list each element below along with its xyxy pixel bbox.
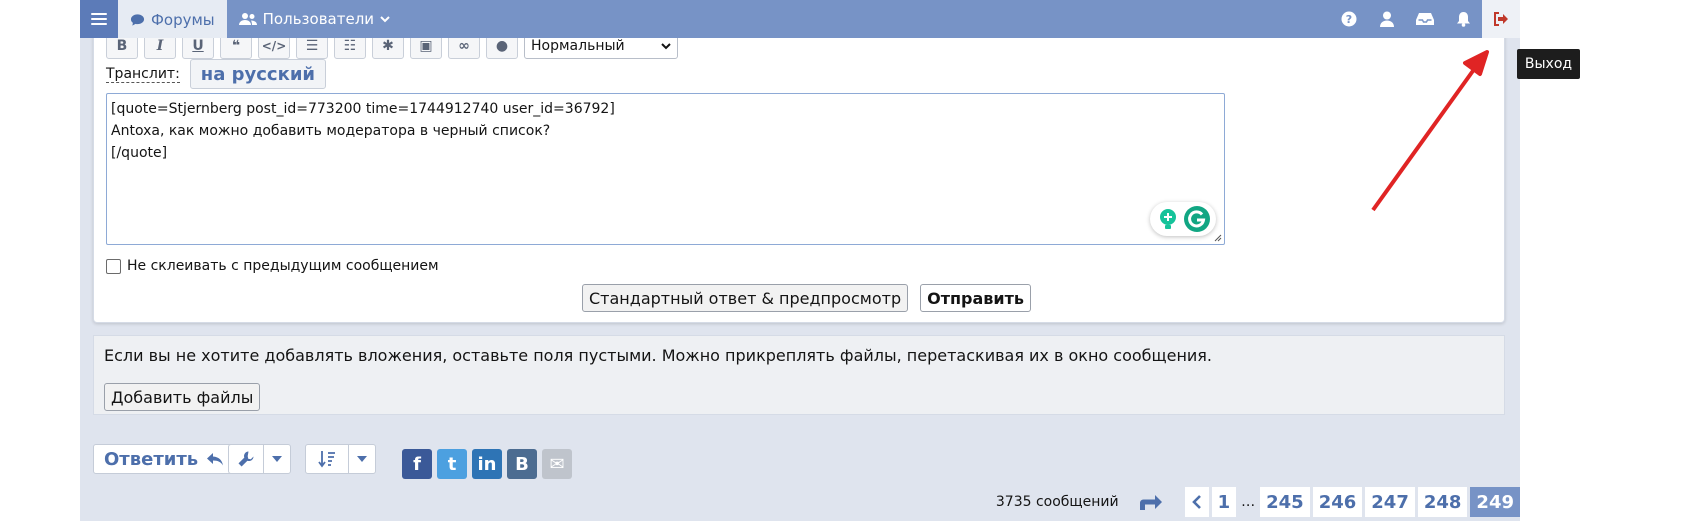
nav-right-icons: ? <box>1330 0 1520 38</box>
attachments-hint: Если вы не хотите добавлять вложения, ос… <box>104 346 1213 365</box>
translit-row: Транслит: на русский <box>106 59 327 89</box>
help-button[interactable]: ? <box>1330 0 1368 38</box>
resize-grip-icon[interactable] <box>1214 234 1222 242</box>
logout-button[interactable] <box>1482 0 1520 38</box>
reply-arrow-icon <box>207 453 224 466</box>
page-link[interactable]: 1 <box>1211 487 1237 517</box>
textarea-line: Antoxa, как можно добавить модератора в … <box>111 123 551 139</box>
linkedin-icon[interactable]: in <box>472 449 502 479</box>
message-textarea[interactable]: [quote=Stjernberg post_id=773200 time=17… <box>106 93 1225 245</box>
translit-label: Транслит: <box>106 65 180 83</box>
textarea-line: [quote=Stjernberg post_id=773200 time=17… <box>111 101 615 117</box>
chevron-down-icon <box>380 16 390 23</box>
italic-icon: I <box>156 38 164 54</box>
profile-button[interactable] <box>1368 0 1406 38</box>
sort-toggle[interactable] <box>348 445 375 473</box>
list-icon: ☰ <box>305 38 319 54</box>
inbox-icon <box>1416 13 1434 25</box>
svg-text:?: ? <box>1346 13 1352 26</box>
asterisk-icon: ✱ <box>382 38 394 54</box>
logout-tooltip: Выход <box>1517 49 1580 79</box>
page-link[interactable]: 246 <box>1312 487 1363 517</box>
grammarly-icon <box>1183 206 1210 232</box>
share-buttons: f t in B ✉ <box>402 449 572 479</box>
code-icon: </> <box>261 39 287 53</box>
reply-button-label: Ответить <box>104 448 199 470</box>
hamburger-icon <box>91 13 107 25</box>
ordered-list-icon: ☷ <box>343 38 357 54</box>
email-icon[interactable]: ✉ <box>542 449 572 479</box>
underline-icon: U <box>192 38 204 54</box>
lightbulb-icon <box>1159 209 1176 229</box>
topic-tools-dropdown[interactable] <box>228 444 291 474</box>
nav-tab-forums-label: Форумы <box>151 11 215 29</box>
jump-to-page-icon[interactable] <box>1138 492 1164 512</box>
add-files-button[interactable]: Добавить файлы <box>104 383 261 411</box>
no-merge-option[interactable]: Не склеивать с предыдущим сообщением <box>106 258 439 274</box>
page-link[interactable]: 247 <box>1365 487 1415 517</box>
wrench-icon <box>238 451 254 467</box>
submit-button[interactable]: Отправить <box>920 284 1031 312</box>
grammarly-widget[interactable] <box>1150 202 1216 236</box>
post-editor-card: B I U ❝ </> ☰ ☷ ✱ ▣ ∞ ● Нормальный Транс… <box>93 20 1505 323</box>
page-ellipsis: … <box>1241 494 1256 510</box>
facebook-icon[interactable]: f <box>402 449 432 479</box>
bell-icon <box>1456 12 1470 27</box>
translit-button[interactable]: на русский <box>189 59 327 89</box>
reply-button[interactable]: Ответить <box>93 444 236 474</box>
topic-tools-toggle[interactable] <box>263 445 290 473</box>
editor-actions: Стандартный ответ & предпросмотр Отправи… <box>582 284 1031 312</box>
preview-button[interactable]: Стандартный ответ & предпросмотр <box>582 284 909 312</box>
inbox-button[interactable] <box>1406 0 1444 38</box>
bold-icon: B <box>116 38 128 54</box>
twitter-icon[interactable]: t <box>437 449 467 479</box>
main-menu-button[interactable] <box>80 0 118 38</box>
caret-down-icon <box>272 456 282 462</box>
image-icon: ▣ <box>419 38 433 54</box>
caret-down-icon <box>357 456 367 462</box>
page-link[interactable]: 248 <box>1417 487 1468 517</box>
message-count: 3735 сообщений <box>995 494 1119 510</box>
textarea-line: [/quote] <box>111 145 168 161</box>
top-navbar: Форумы Пользователи ? <box>80 0 1520 38</box>
circle-icon: ● <box>495 38 509 54</box>
sort-button[interactable] <box>306 445 348 473</box>
sign-out-icon <box>1494 12 1508 26</box>
speech-bubble-icon <box>130 14 145 26</box>
nav-tab-users[interactable]: Пользователи <box>227 0 402 38</box>
sort-dropdown[interactable] <box>305 444 376 474</box>
topic-tools-button[interactable] <box>229 445 263 473</box>
format-select-value: Нормальный <box>531 38 625 54</box>
chevron-down-icon <box>661 43 671 50</box>
link-icon: ∞ <box>458 38 470 54</box>
users-icon <box>238 13 257 25</box>
no-merge-label: Не склеивать с предыдущим сообщением <box>127 258 439 274</box>
no-merge-checkbox[interactable] <box>106 258 121 274</box>
pagination: 3735 сообщений 1 … 245 246 247 248 249 <box>996 487 1520 517</box>
attachments-panel: Если вы не хотите добавлять вложения, ос… <box>93 335 1505 415</box>
vk-icon[interactable]: B <box>507 449 537 479</box>
quote-icon: ❝ <box>231 38 241 54</box>
user-icon <box>1380 11 1394 27</box>
question-icon: ? <box>1341 11 1357 27</box>
nav-tab-forums[interactable]: Форумы <box>118 0 227 38</box>
current-page: 249 <box>1470 487 1520 517</box>
nav-tab-users-label: Пользователи <box>262 10 375 28</box>
prev-page-button[interactable] <box>1184 487 1209 517</box>
sort-icon <box>318 451 335 468</box>
chevron-left-icon <box>1191 495 1201 509</box>
notifications-button[interactable] <box>1444 0 1482 38</box>
page-link[interactable]: 245 <box>1260 487 1310 517</box>
